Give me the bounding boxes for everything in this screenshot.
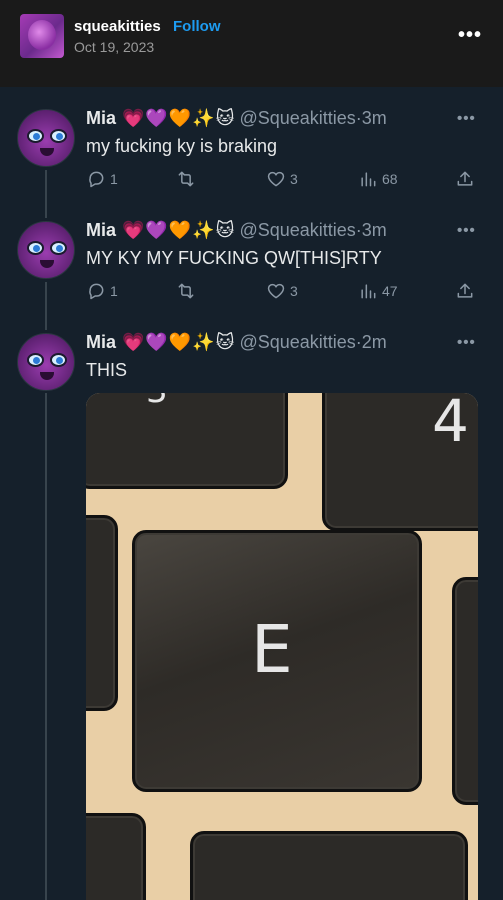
reply-count: 1 — [110, 283, 118, 299]
tweet-text: THIS — [86, 360, 128, 380]
tweet-more-icon[interactable]: ••• — [457, 334, 476, 351]
reply-button[interactable]: 1 — [86, 281, 118, 301]
thread-line — [45, 393, 47, 900]
heart-icon — [267, 283, 285, 299]
thread-line — [45, 282, 47, 330]
name-emojis: 💗💜🧡✨🐱 — [122, 108, 236, 128]
avatar-mouth — [40, 372, 54, 380]
avatar-eye — [50, 129, 67, 143]
display-name[interactable]: Mia — [86, 332, 116, 352]
tweet-header: Mia 💗💜🧡✨🐱 @Squeakitties·3m — [86, 220, 387, 241]
retweet-icon — [178, 171, 194, 187]
avatar[interactable] — [17, 333, 75, 391]
heart-icon — [267, 171, 285, 187]
handle-time[interactable]: @Squeakitties·3m — [239, 220, 386, 240]
views-button[interactable]: 47 — [358, 281, 398, 301]
blog-avatar[interactable] — [20, 14, 64, 58]
reply-icon — [89, 283, 104, 300]
blog-name[interactable]: squeakitties — [74, 18, 161, 35]
share-icon — [457, 283, 473, 298]
key-glyph-4: 4 — [432, 393, 469, 455]
avatar-eye — [27, 353, 44, 367]
views-icon — [361, 172, 376, 187]
reply-icon — [89, 171, 104, 188]
key-glyph-3: 3 — [146, 393, 168, 411]
tweet-header: Mia 💗💜🧡✨🐱 @Squeakitties·2m — [86, 332, 387, 353]
keyboard-key — [86, 393, 288, 489]
avatar-art — [28, 20, 56, 50]
name-emojis: 💗💜🧡✨🐱 — [122, 332, 236, 352]
tweet-more-icon[interactable]: ••• — [457, 222, 476, 239]
reply-button[interactable]: 1 — [86, 169, 118, 189]
retweet-icon — [178, 283, 194, 299]
avatar-mouth — [40, 148, 54, 156]
display-name[interactable]: Mia — [86, 220, 116, 240]
views-button[interactable]: 68 — [358, 169, 398, 189]
avatar[interactable] — [17, 109, 75, 167]
reply-count: 1 — [110, 171, 118, 187]
avatar-eye — [27, 241, 44, 255]
avatar-mouth — [40, 260, 54, 268]
handle-time[interactable]: @Squeakitties·3m — [239, 108, 386, 128]
keyboard-key — [452, 577, 478, 805]
avatar-eye — [27, 129, 44, 143]
tweet-text: my fucking ky is braking — [86, 136, 278, 156]
post-date: Oct 19, 2023 — [74, 39, 155, 55]
retweet-button[interactable] — [176, 281, 200, 301]
post-header: squeakitties Follow Oct 19, 2023 ••• — [0, 0, 503, 87]
tweet-more-icon[interactable]: ••• — [457, 110, 476, 127]
view-count: 47 — [382, 283, 398, 299]
views-icon — [361, 284, 376, 299]
tweet-photo[interactable]: 3 4 E — [86, 393, 478, 900]
follow-button[interactable]: Follow — [173, 18, 221, 35]
like-button[interactable]: 3 — [266, 281, 298, 301]
handle-time[interactable]: @Squeakitties·2m — [239, 332, 386, 352]
retweet-button[interactable] — [176, 169, 200, 189]
share-button[interactable] — [455, 281, 475, 301]
thread-line — [45, 170, 47, 218]
keyboard-key — [190, 831, 468, 900]
tweet-actions: 1 3 68 — [86, 169, 478, 191]
share-button[interactable] — [455, 169, 475, 189]
tweet-text: MY KY MY FUCKING QW[THIS]RTY — [86, 248, 382, 268]
like-button[interactable]: 3 — [266, 169, 298, 189]
like-count: 3 — [290, 171, 298, 187]
view-count: 68 — [382, 171, 398, 187]
keyboard-key — [86, 813, 146, 900]
avatar-eye — [50, 241, 67, 255]
avatar-eye — [50, 353, 67, 367]
share-icon — [457, 171, 473, 186]
keyboard-key — [86, 515, 118, 711]
key-glyph-e: E — [251, 611, 293, 688]
name-emojis: 💗💜🧡✨🐱 — [122, 220, 236, 240]
display-name[interactable]: Mia — [86, 108, 116, 128]
more-horizontal-icon[interactable]: ••• — [458, 24, 482, 47]
tweet-header: Mia 💗💜🧡✨🐱 @Squeakitties·3m — [86, 108, 387, 129]
avatar[interactable] — [17, 221, 75, 279]
tweet-actions: 1 3 47 — [86, 281, 478, 303]
like-count: 3 — [290, 283, 298, 299]
